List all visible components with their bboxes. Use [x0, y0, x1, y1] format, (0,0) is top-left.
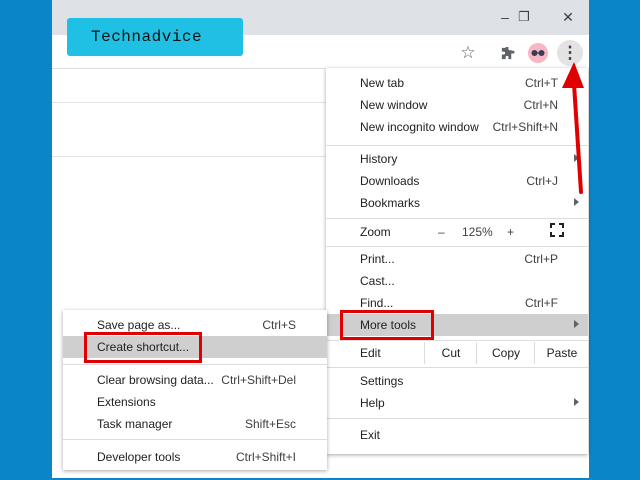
menu-item-label: Bookmarks: [360, 196, 421, 210]
kebab-menu-icon: ⋮: [561, 43, 579, 62]
menu-item-history[interactable]: History: [326, 148, 588, 170]
zoom-out-button[interactable]: –: [438, 225, 445, 239]
menu-separator: [326, 246, 588, 247]
menu-item-label: Save page as...: [97, 318, 181, 332]
menu-item-shortcut: Ctrl+F: [525, 296, 558, 310]
menu-separator: [326, 145, 588, 146]
menu-separator: [63, 364, 327, 365]
copy-button[interactable]: Copy: [476, 342, 535, 364]
menu-item-bookmarks[interactable]: Bookmarks: [326, 192, 588, 214]
menu-item-shortcut: Ctrl+Shift+N: [492, 120, 558, 134]
close-icon: ✕: [562, 8, 574, 25]
menu-item-label: Task manager: [97, 417, 173, 431]
menu-item-label: Settings: [360, 374, 404, 388]
menu-item-label: Print...: [360, 252, 395, 266]
page-divider: [52, 102, 327, 103]
menu-separator: [326, 418, 588, 419]
menu-item-shortcut: Ctrl+Shift+I: [235, 450, 296, 464]
menu-item-new-incognito[interactable]: New incognito window Ctrl+Shift+N: [326, 116, 588, 138]
menu-item-label: Downloads: [360, 174, 420, 188]
fullscreen-button[interactable]: [550, 223, 564, 240]
menu-item-shortcut: Shift+Esc: [244, 417, 296, 431]
submenu-arrow-icon: [574, 198, 579, 206]
arrow-shaft: [572, 82, 583, 194]
profile-avatar-button[interactable]: [526, 41, 550, 65]
menu-item-exit[interactable]: Exit: [326, 424, 588, 446]
menu-item-cast[interactable]: Cast...: [326, 270, 588, 292]
menu-item-label: Zoom: [360, 225, 391, 239]
menu-item-print[interactable]: Print... Ctrl+P: [326, 248, 588, 270]
menu-item-settings[interactable]: Settings: [326, 370, 588, 392]
submenu-arrow-icon: [574, 398, 579, 406]
menu-item-zoom: Zoom – 125% +: [326, 221, 588, 243]
restore-button[interactable]: ❐: [511, 6, 537, 28]
menu-item-label: Clear browsing data...: [97, 373, 214, 387]
menu-item-new-window[interactable]: New window Ctrl+N: [326, 94, 588, 116]
fullscreen-icon: [550, 223, 564, 237]
create-shortcut-highlight-box: [84, 332, 202, 363]
cut-button[interactable]: Cut: [424, 342, 477, 364]
logo-text: Technadvice: [91, 28, 203, 46]
zoom-level: 125%: [462, 225, 493, 239]
paste-button[interactable]: Paste: [534, 342, 589, 364]
menu-item-help[interactable]: Help: [326, 392, 588, 414]
chrome-main-menu: New tab Ctrl+T New window Ctrl+N New inc…: [326, 68, 588, 454]
minimize-icon: –: [501, 9, 509, 25]
menu-item-label: Extensions: [97, 395, 156, 409]
avatar-icon: [528, 43, 548, 63]
extensions-button[interactable]: [495, 41, 519, 65]
menu-item-shortcut: Ctrl+S: [262, 318, 296, 332]
menu-item-label: History: [360, 152, 398, 166]
submenu-item-extensions[interactable]: Extensions: [63, 391, 327, 413]
menu-item-label: Help: [360, 396, 385, 410]
menu-item-label: Exit: [360, 428, 381, 442]
menu-item-new-tab[interactable]: New tab Ctrl+T: [326, 72, 588, 94]
menu-item-shortcut: Ctrl+T: [525, 76, 558, 90]
zoom-in-button[interactable]: +: [507, 225, 514, 239]
menu-item-label: Developer tools: [97, 450, 181, 464]
menu-item-shortcut: Ctrl+N: [523, 98, 558, 112]
submenu-arrow-icon: [574, 320, 579, 328]
close-button[interactable]: ✕: [555, 6, 581, 28]
menu-item-label: Edit: [360, 346, 381, 360]
watermark-logo: Technadvice: [67, 18, 243, 56]
menu-item-label: New incognito window: [360, 120, 479, 134]
menu-item-label: New tab: [360, 76, 405, 90]
menu-item-edit: Edit Cut Copy Paste: [326, 342, 588, 364]
menu-item-downloads[interactable]: Downloads Ctrl+J: [326, 170, 588, 192]
menu-item-shortcut: Ctrl+J: [526, 174, 558, 188]
bookmark-star-button[interactable]: ☆: [456, 41, 480, 65]
menu-separator: [326, 367, 588, 368]
submenu-item-clear-data[interactable]: Clear browsing data... Ctrl+Shift+Del: [63, 369, 327, 391]
submenu-item-task-manager[interactable]: Task manager Shift+Esc: [63, 413, 327, 435]
menu-item-shortcut: Ctrl+Shift+Del: [221, 373, 296, 387]
menu-separator: [326, 340, 588, 341]
menu-item-label: Cast...: [360, 274, 395, 288]
submenu-item-developer-tools[interactable]: Developer tools Ctrl+Shift+I: [63, 446, 327, 468]
menu-separator: [63, 439, 327, 440]
menu-item-label: Find...: [360, 296, 394, 310]
star-icon: ☆: [460, 43, 476, 62]
red-arrow-annotation: [562, 62, 584, 194]
menu-item-label: New window: [360, 98, 428, 112]
arrow-head-icon: [562, 62, 584, 88]
menu-separator: [326, 218, 588, 219]
restore-icon: ❐: [518, 9, 530, 24]
menu-item-shortcut: Ctrl+P: [524, 252, 558, 266]
more-tools-highlight-box: [340, 310, 434, 340]
page-divider: [52, 156, 327, 157]
puzzle-icon: [501, 46, 515, 59]
